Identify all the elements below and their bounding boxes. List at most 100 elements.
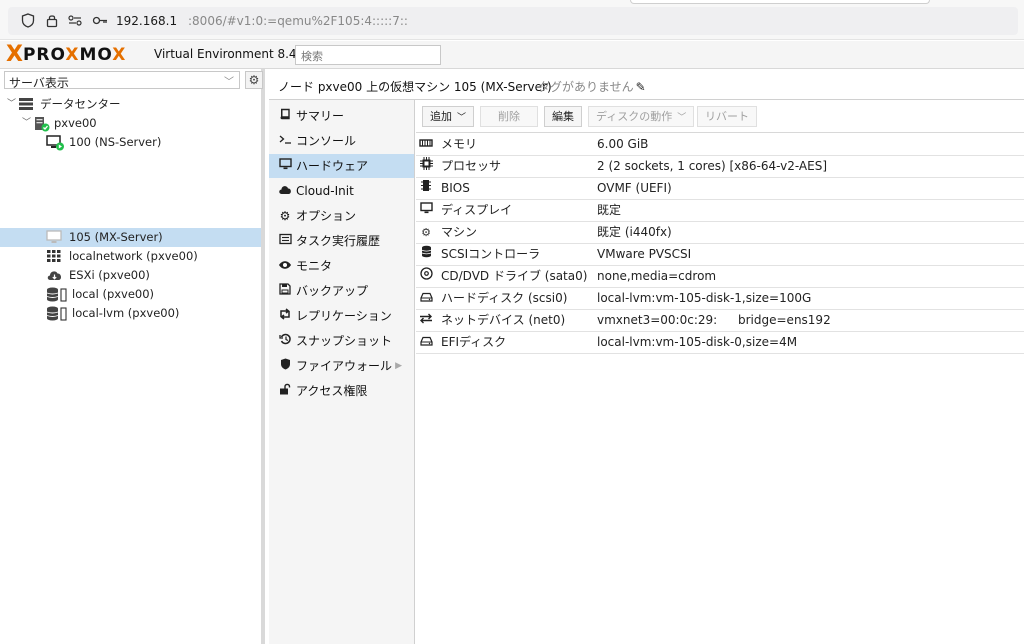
remove-button[interactable]: 削除: [480, 106, 538, 127]
hardware-row-display[interactable]: ディスプレイ 既定: [416, 200, 1024, 222]
chevron-down-icon: ﹀: [224, 77, 234, 88]
hardware-value: VMware PVSCSI: [597, 247, 692, 261]
hdd-icon: [418, 332, 434, 353]
hardware-row-efi-disk[interactable]: EFIディスク local-lvm:vm-105-disk-0,size=4M: [416, 332, 1024, 354]
hardware-row-cdrom[interactable]: CD/DVD ドライブ (sata0) none,media=cdrom: [416, 266, 1024, 288]
hardware-row-processor[interactable]: プロセッサ 2 (2 sockets, 1 cores) [x86-64-v2-…: [416, 156, 1024, 178]
tree-settings-button[interactable]: ⚙: [245, 71, 263, 89]
search-input[interactable]: 検索: [295, 45, 441, 65]
hardware-row-hard-disk[interactable]: ハードディスク (scsi0) local-lvm:vm-105-disk-1,…: [416, 288, 1024, 310]
tree-item-label: 100 (NS-Server): [69, 135, 162, 149]
tags-editor[interactable]: タグがありません ✎: [538, 78, 646, 95]
lock-icon[interactable]: [44, 13, 60, 29]
menu-item-options[interactable]: ⚙ オプション: [269, 204, 414, 228]
tree-item-esxi[interactable]: ESXi (pxve00): [0, 266, 261, 285]
tree-item-localnetwork[interactable]: localnetwork (pxve00): [0, 247, 261, 266]
retweet-icon: [278, 304, 292, 328]
hardware-value: 既定 (i440fx): [597, 225, 672, 239]
hardware-row-machine[interactable]: ⚙ マシン 既定 (i440fx): [416, 222, 1024, 244]
proxmox-logo[interactable]: X PROXMOX: [6, 44, 126, 66]
menu-item-console[interactable]: コンソール: [269, 129, 414, 153]
desktop-icon: [418, 200, 434, 221]
add-button[interactable]: 追加 ﹀: [422, 106, 475, 127]
hardware-value: local-lvm:vm-105-disk-1,size=100G: [597, 291, 812, 305]
menu-item-permissions[interactable]: アクセス権限: [269, 379, 414, 403]
permissions-icon[interactable]: [67, 13, 83, 29]
hardware-row-network[interactable]: ネットデバイス (net0) vmxnet3=00:0c:29: bridge=…: [416, 310, 1024, 332]
terminal-icon: [278, 129, 292, 153]
menu-item-task-history[interactable]: タスク実行履歴: [269, 229, 414, 253]
menu-item-monitor[interactable]: モニタ: [269, 254, 414, 278]
hardware-key: EFIディスク: [441, 335, 507, 349]
tree-item-datacenter[interactable]: ﹀ データセンター: [0, 95, 261, 114]
menu-item-label: モニタ: [296, 259, 333, 273]
floppy-icon: [278, 279, 292, 303]
disk-action-button[interactable]: ディスクの動作 ﹀: [588, 106, 695, 127]
menu-item-replication[interactable]: レプリケーション: [269, 304, 414, 328]
logo-x2: X: [65, 45, 80, 65]
menu-item-cloud-init[interactable]: Cloud-Init: [269, 179, 414, 203]
url-host[interactable]: 192.168.1: [116, 13, 177, 29]
hardware-value: 既定: [597, 203, 622, 217]
menu-item-firewall[interactable]: ファイアウォール ▶: [269, 354, 414, 378]
tree-item-storage-local[interactable]: local (pxve00): [0, 285, 261, 304]
history-icon: [278, 329, 292, 353]
tree-item-label: local-lvm (pxve00): [72, 306, 180, 320]
hardware-value: 6.00 GiB: [597, 137, 649, 151]
version-label: Virtual Environment 8.4.1: [154, 47, 308, 61]
hardware-key: マシン: [441, 225, 478, 239]
view-select-value: サーバ表示: [9, 76, 69, 90]
exchange-icon: [418, 310, 434, 331]
resource-tree-panel: サーバ表示 ﹀ ⚙ ﹀ データセンター ﹀ pxve00 100 (NS-Ser…: [0, 69, 265, 644]
chevron-down-icon[interactable]: ﹀: [22, 114, 31, 133]
chevron-down-icon[interactable]: ﹀: [7, 95, 16, 114]
tree-item-label: 105 (MX-Server): [69, 230, 163, 244]
hardware-value: none,media=cdrom: [597, 269, 717, 283]
hardware-key: メモリ: [441, 137, 478, 151]
hardware-row-bios[interactable]: BIOS OVMF (UEFI): [416, 178, 1024, 200]
cloud-icon: [278, 179, 292, 203]
hardware-value: OVMF (UEFI): [597, 181, 672, 195]
content-header: ノード pxve00 上の仮想マシン 105 (MX-Server) タグがあり…: [269, 69, 1024, 100]
cogs-icon: ⚙: [421, 226, 431, 239]
tree-item-label: localnetwork (pxve00): [69, 249, 198, 263]
menu-item-label: タスク実行履歴: [296, 234, 381, 248]
tree-item-storage-local-lvm[interactable]: local-lvm (pxve00): [0, 304, 261, 323]
pencil-icon[interactable]: ✎: [636, 80, 646, 94]
view-select[interactable]: サーバ表示 ﹀: [4, 71, 240, 90]
hardware-toolbar: 追加 ﹀ 削除 編集 ディスクの動作 ﹀ リバート: [416, 100, 1024, 133]
hardware-row-scsi-controller[interactable]: SCSIコントローラ VMware PVSCSI: [416, 244, 1024, 266]
menu-item-backup[interactable]: バックアップ: [269, 279, 414, 303]
tags-label: タグがありません: [538, 80, 634, 94]
hdd-icon: [418, 288, 434, 309]
tree-item-label: データセンター: [40, 97, 121, 111]
menu-item-snapshots[interactable]: スナップショット: [269, 329, 414, 353]
shield-icon[interactable]: [20, 13, 36, 29]
menu-item-hardware[interactable]: ハードウェア: [269, 154, 414, 178]
hardware-key: ディスプレイ: [441, 203, 513, 217]
revert-button[interactable]: リバート: [697, 106, 757, 127]
menu-item-summary[interactable]: サマリー: [269, 104, 414, 128]
menu-item-label: ファイアウォール: [296, 359, 393, 373]
page-title: ノード pxve00 上の仮想マシン 105 (MX-Server): [278, 80, 552, 94]
hardware-key: SCSIコントローラ: [441, 247, 541, 261]
url-path[interactable]: :8006/#v1:0:=qemu%2F105:4:::::7::: [188, 13, 408, 29]
menu-item-label: バックアップ: [296, 284, 369, 298]
edit-button[interactable]: 編集: [544, 106, 582, 127]
add-button-label: 追加: [430, 110, 452, 123]
tree-item-vm-105[interactable]: 105 (MX-Server): [0, 228, 261, 247]
hardware-key: ハードディスク (scsi0): [441, 291, 568, 305]
logo-pro: PRO: [22, 45, 66, 65]
hardware-row-memory[interactable]: メモリ 6.00 GiB: [416, 134, 1024, 156]
tree-item-node[interactable]: ﹀ pxve00: [0, 114, 261, 133]
vm-stopped-icon: [46, 230, 62, 245]
book-icon: [278, 104, 292, 128]
microchip-icon: [418, 178, 434, 199]
key-icon[interactable]: [92, 13, 108, 29]
address-bar[interactable]: 192.168.1 :8006/#v1:0:=qemu%2F105:4:::::…: [8, 7, 1018, 35]
tree-item-vm-100[interactable]: 100 (NS-Server): [0, 133, 261, 152]
menu-item-label: コンソール: [296, 134, 357, 148]
hardware-value: local-lvm:vm-105-disk-0,size=4M: [597, 335, 798, 349]
browser-tab[interactable]: [630, 0, 930, 4]
chevron-right-icon[interactable]: ▶: [395, 354, 402, 378]
